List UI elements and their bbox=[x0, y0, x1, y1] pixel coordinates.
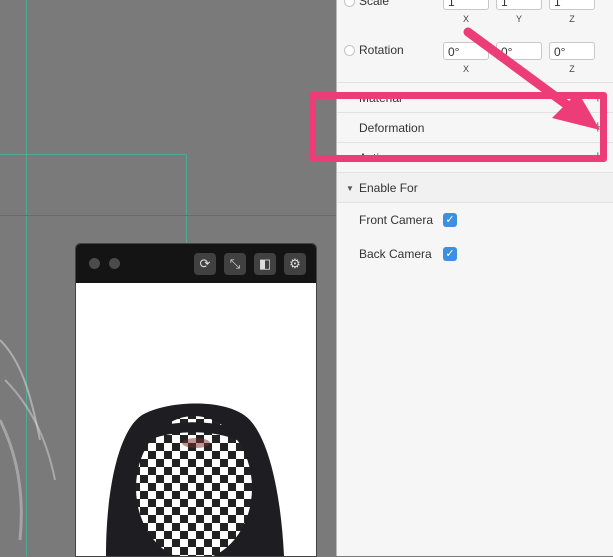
preview-window: ⟳ ⤡ ◧ ⚙ bbox=[76, 244, 316, 556]
enable-for-title: Enable For bbox=[359, 181, 418, 195]
disclosure-triangle-icon: ▼ bbox=[346, 184, 354, 193]
camera-preview bbox=[76, 283, 316, 556]
back-camera-label: Back Camera bbox=[359, 247, 432, 261]
refresh-icon[interactable]: ⟳ bbox=[194, 253, 216, 275]
preview-toolbar: ⟳ ⤡ ◧ ⚙ bbox=[76, 244, 316, 283]
gear-icon[interactable]: ⚙ bbox=[284, 253, 306, 275]
scale-radio[interactable] bbox=[344, 0, 355, 7]
guide-line bbox=[0, 154, 186, 155]
enable-for-header[interactable]: ▼ Enable For bbox=[337, 172, 613, 203]
layout-icon[interactable]: ◧ bbox=[254, 253, 276, 275]
rotation-radio[interactable] bbox=[344, 45, 355, 56]
back-camera-checkbox[interactable]: ✓ bbox=[443, 247, 457, 261]
front-camera-label: Front Camera bbox=[359, 213, 434, 227]
scale-z-input[interactable]: 1 bbox=[549, 0, 595, 10]
face-preview-image bbox=[106, 403, 284, 556]
scale-y-input[interactable]: 1 bbox=[496, 0, 542, 10]
window-minimize-button[interactable] bbox=[109, 258, 120, 269]
hair-strands-image bbox=[0, 339, 56, 541]
rotation-label: Rotation bbox=[359, 43, 404, 57]
window-close-button[interactable] bbox=[89, 258, 100, 269]
horizon-line bbox=[0, 215, 336, 216]
front-camera-checkbox[interactable]: ✓ bbox=[443, 213, 457, 227]
guide-line bbox=[186, 154, 187, 244]
scale-label: Scale bbox=[359, 0, 390, 8]
arrow-icon bbox=[463, 27, 600, 130]
flip-icon[interactable]: ⤡ bbox=[224, 253, 246, 275]
scale-x-input[interactable]: 1 bbox=[443, 0, 489, 10]
